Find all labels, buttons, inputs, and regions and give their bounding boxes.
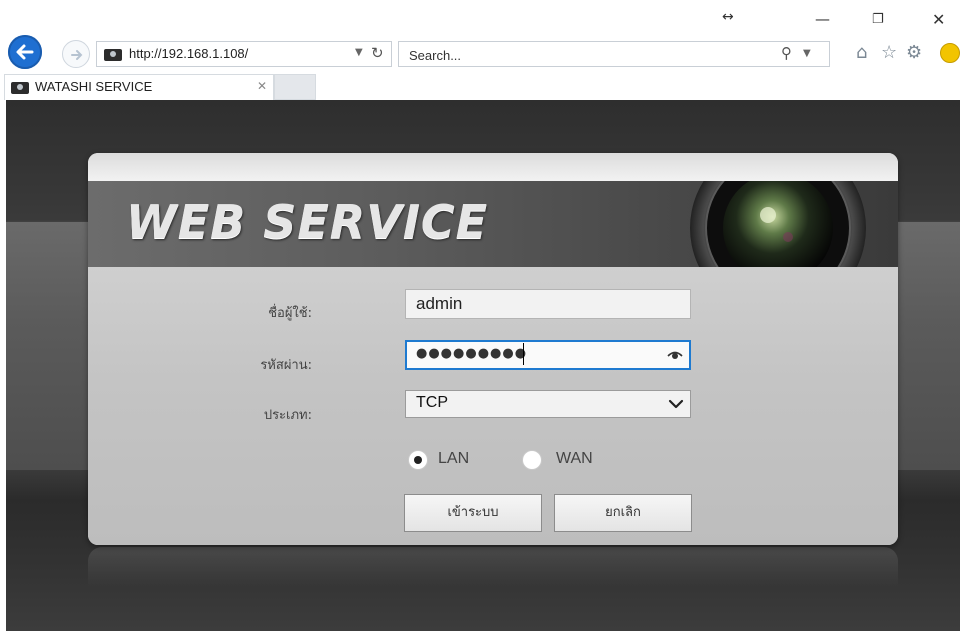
tab-watashi-service[interactable]: WATASHI SERVICE ✕ [4, 74, 274, 100]
browser-chrome: ↔ — ❐ ✕ http://192.168.1.108/ ▼ ↻ ⚲ ▼ ⌂ … [0, 0, 960, 100]
address-bar[interactable]: http://192.168.1.108/ ▼ ↻ [96, 41, 392, 67]
cancel-button[interactable]: ยกเลิก [554, 494, 692, 532]
chevron-down-icon [668, 399, 684, 409]
radio-wan[interactable] [522, 450, 542, 470]
back-button[interactable] [8, 35, 42, 69]
tab-strip: WATASHI SERVICE ✕ [0, 74, 960, 100]
new-tab-button[interactable] [274, 74, 316, 100]
search-bar[interactable]: ⚲ ▼ [398, 41, 830, 67]
type-selected-value: TCP [416, 394, 448, 411]
close-icon[interactable]: ✕ [932, 10, 945, 29]
text-caret [523, 343, 524, 365]
eye-icon[interactable] [667, 349, 683, 361]
site-favicon-icon [104, 49, 122, 61]
star-icon[interactable]: ☆ [881, 42, 897, 63]
address-url[interactable]: http://192.168.1.108/ [129, 46, 248, 61]
password-label: รหัสผ่าน: [260, 358, 312, 373]
page-left-edge [0, 100, 6, 631]
minimize-icon[interactable]: — [815, 10, 830, 28]
login-button[interactable]: เข้าระบบ [404, 494, 542, 532]
type-label: ประเภท: [263, 408, 312, 423]
search-dropdown-icon[interactable]: ▼ [803, 48, 811, 59]
page-content: WEB SERVICE ชื่อผู้ใช้: admin รหัสผ่าน: … [0, 100, 960, 631]
radio-lan-label[interactable]: LAN [438, 450, 469, 468]
panel-top-strip [88, 153, 898, 181]
tab-close-icon[interactable]: ✕ [257, 79, 267, 93]
banner-title: WEB SERVICE [126, 195, 489, 249]
password-masked-value: ●●●●●●●●● [416, 346, 528, 361]
home-icon[interactable]: ⌂ [856, 42, 867, 63]
restore-icon[interactable]: ❐ [872, 12, 884, 27]
username-field[interactable] [405, 289, 691, 319]
radio-lan[interactable] [408, 450, 428, 470]
banner: WEB SERVICE [88, 181, 898, 267]
forward-arrow-icon [71, 50, 83, 60]
address-dropdown-icon[interactable]: ▼ [355, 47, 363, 58]
panel-reflection [88, 547, 898, 587]
type-select[interactable]: TCP [405, 390, 691, 418]
smiley-icon[interactable] [940, 43, 960, 63]
camera-lens-image [690, 181, 866, 267]
refresh-icon[interactable]: ↻ [371, 44, 384, 62]
resize-arrows-icon[interactable]: ↔ [722, 9, 734, 25]
search-icon[interactable]: ⚲ [781, 44, 792, 62]
username-label: ชื่อผู้ใช้: [268, 306, 312, 321]
radio-wan-label[interactable]: WAN [556, 450, 593, 468]
search-input[interactable] [407, 45, 771, 65]
forward-button[interactable] [62, 40, 90, 68]
back-arrow-icon [16, 44, 34, 60]
gear-icon[interactable]: ⚙ [906, 42, 922, 63]
site-favicon-icon [11, 82, 29, 94]
tab-title: WATASHI SERVICE [35, 79, 153, 94]
